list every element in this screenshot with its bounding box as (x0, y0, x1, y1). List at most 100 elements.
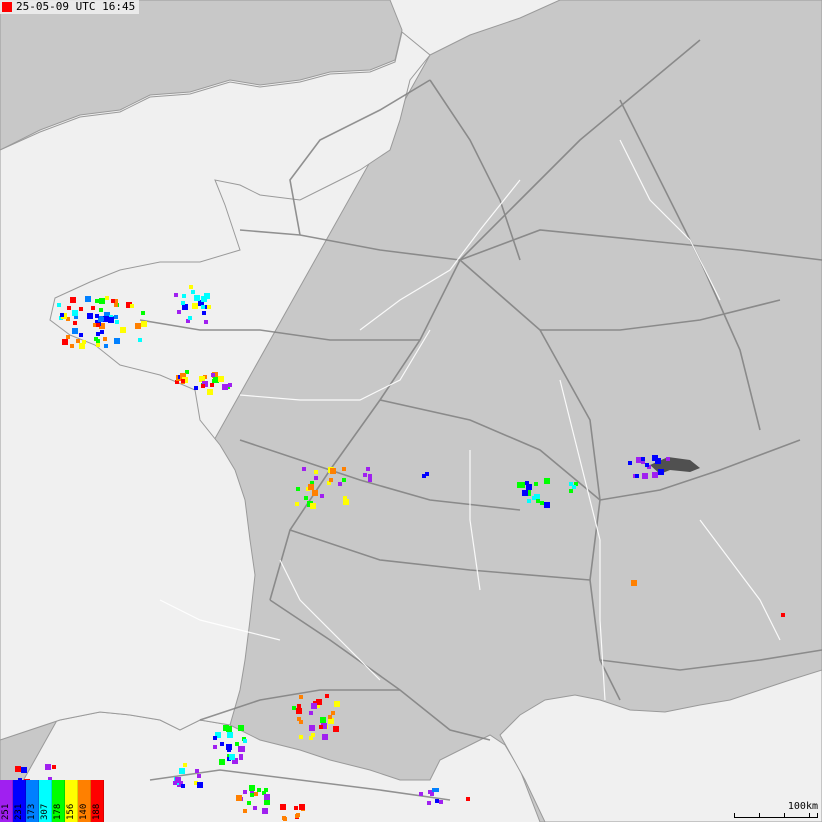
legend-label: 156 (66, 803, 76, 820)
lightning-strike (296, 813, 300, 817)
lightning-strike (368, 478, 372, 482)
lightning-strike (202, 311, 206, 315)
lightning-strike (658, 469, 664, 475)
lightning-strike (120, 327, 126, 333)
lightning-strike (213, 745, 217, 749)
lightning-strike (114, 303, 118, 307)
lightning-strike (103, 337, 107, 341)
lightning-strike (309, 711, 313, 715)
color-legend: 251 231 173 307 178 156 140 188 (0, 780, 104, 822)
lightning-strike (223, 725, 229, 731)
lightning-strike (338, 482, 342, 486)
lightning-strike (111, 299, 115, 303)
lightning-strike (428, 790, 432, 794)
lightning-strike (70, 344, 74, 348)
lightning-strike (235, 742, 239, 746)
lightning-strike (207, 389, 213, 395)
lightning-strike (141, 321, 147, 327)
lightning-strike (175, 777, 181, 783)
legend-label: 188 (92, 803, 102, 820)
lightning-strike (320, 494, 324, 498)
lightning-strike (201, 384, 205, 388)
lightning-strike (628, 461, 632, 465)
lightning-strike (322, 734, 328, 740)
lightning-strike (249, 785, 255, 791)
lightning-strike (666, 457, 670, 461)
lightning-strike (218, 376, 224, 382)
lightning-strike (283, 817, 287, 821)
lightning-strike (302, 467, 306, 471)
lightning-strike (311, 733, 315, 737)
lightning-strike (204, 320, 208, 324)
lightning-strike (194, 295, 200, 301)
lightning-strike (87, 313, 93, 319)
lightning-strike (82, 340, 86, 344)
lightning-strike (645, 463, 649, 467)
lightning-strike (114, 338, 120, 344)
legend-swatch: 188 (91, 780, 104, 822)
lightning-strike (115, 320, 119, 324)
legend-label: 173 (27, 803, 37, 820)
lightning-strike (181, 379, 185, 383)
lightning-strike (138, 338, 142, 342)
lightning-strike (212, 379, 216, 383)
lightning-strike (76, 339, 80, 343)
lightning-strike (79, 333, 83, 337)
lightning-map[interactable]: 25-05-09 UTC 16:45 251 231 173 307 178 1… (0, 0, 822, 822)
lightning-strike (320, 717, 326, 723)
lightning-strike (544, 478, 550, 484)
lightning-strike (366, 467, 370, 471)
lightning-strike (211, 373, 215, 377)
lightning-strike (517, 482, 523, 488)
lightning-strike (311, 703, 317, 709)
lightning-strike (572, 485, 576, 489)
lightning-strike (95, 314, 99, 318)
lightning-strike (296, 708, 302, 714)
lightning-strike (333, 726, 339, 732)
legend-swatch: 251 (0, 780, 13, 822)
scale-bar-label: 100km (787, 801, 818, 812)
lightning-strike (188, 316, 192, 320)
lightning-strike (652, 455, 658, 461)
lightning-strike (182, 294, 186, 298)
lightning-strike (299, 735, 303, 739)
lightning-strike (194, 386, 198, 390)
lightning-strike (21, 767, 27, 773)
lightning-strike (243, 790, 247, 794)
lightning-strike (96, 339, 100, 343)
lightning-strike (280, 804, 286, 810)
lightning-strike (781, 613, 785, 617)
lightning-strike (297, 704, 301, 708)
lightning-strike (100, 330, 104, 334)
lightning-strike (100, 317, 104, 321)
lightning-strike (96, 332, 100, 336)
lightning-strike (105, 296, 109, 300)
lightning-strike (114, 315, 118, 319)
lightning-strike (222, 384, 228, 390)
lightning-strike (60, 313, 64, 317)
lightning-strike (435, 788, 439, 792)
lightning-strike (195, 769, 199, 773)
lightning-strike (522, 490, 528, 496)
lightning-strike (297, 717, 301, 721)
lightning-strike (238, 725, 244, 731)
lightning-strike (247, 801, 251, 805)
lightning-strike (192, 303, 198, 309)
lightning-strike (181, 301, 185, 305)
lightning-strike (330, 468, 336, 474)
lightning-strike (299, 804, 305, 810)
lightning-strike (314, 476, 318, 480)
lightning-strike (331, 711, 335, 715)
legend-swatch: 140 (78, 780, 91, 822)
lightning-strike (219, 759, 225, 765)
lightning-strike (227, 748, 231, 752)
lightning-strike (540, 501, 544, 505)
lightning-strike (57, 303, 61, 307)
lightning-strike (99, 298, 105, 304)
lightning-strike (239, 756, 243, 760)
lightning-strike (66, 335, 70, 339)
lightning-strike (525, 481, 529, 485)
lightning-strike (15, 766, 21, 772)
lightning-strike (177, 310, 181, 314)
lightning-strike (243, 739, 247, 743)
